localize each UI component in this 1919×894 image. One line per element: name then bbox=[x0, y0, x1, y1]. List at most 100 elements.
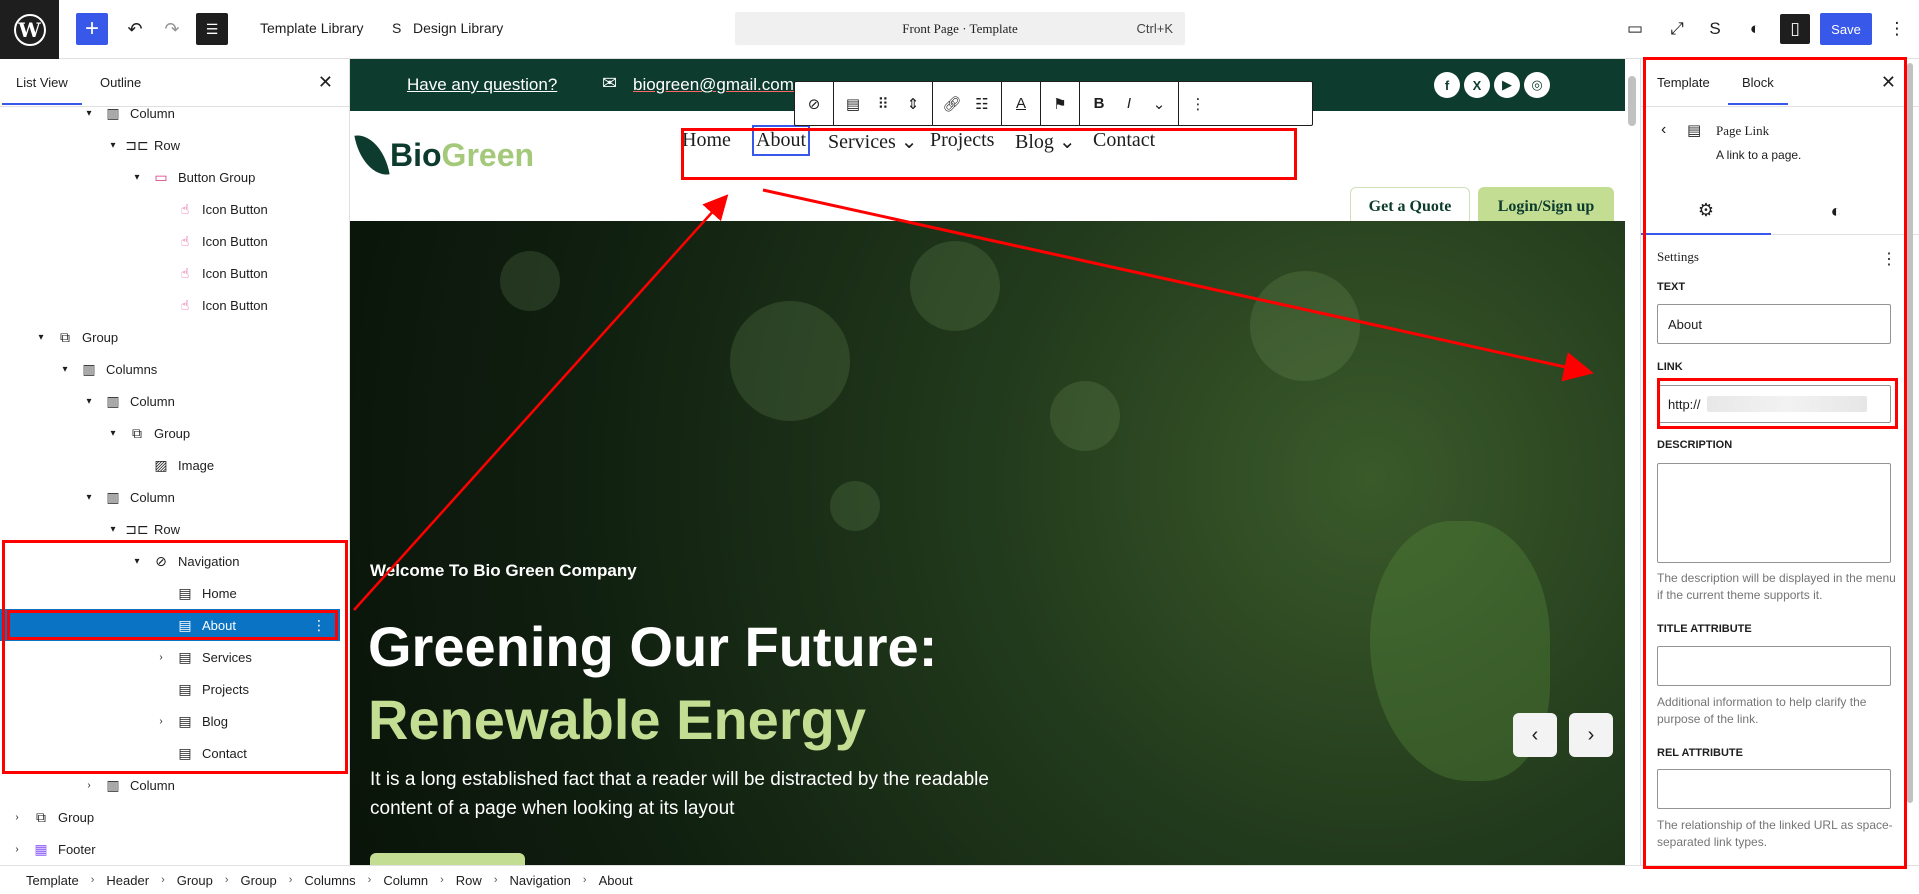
back-chevron-icon[interactable]: ‹ bbox=[1661, 121, 1666, 139]
spectra-icon[interactable]: S bbox=[1700, 14, 1730, 44]
instagram-icon[interactable]: ◎ bbox=[1524, 72, 1550, 98]
command-palette-button[interactable]: Front Page · Template Ctrl+K bbox=[735, 12, 1185, 45]
expand-chevron-icon[interactable]: › bbox=[10, 844, 24, 855]
slider-next-button[interactable]: › bbox=[1569, 713, 1613, 757]
list-view-row[interactable]: ☝ Icon Button bbox=[0, 289, 340, 321]
link-icon[interactable]: 🔗︎ bbox=[937, 82, 967, 125]
breadcrumb-item[interactable]: Header bbox=[106, 873, 149, 888]
redo-icon[interactable]: ↷ bbox=[157, 12, 187, 46]
canvas-scrollbar[interactable] bbox=[1628, 76, 1636, 862]
inspector-scrollbar[interactable] bbox=[1907, 63, 1913, 863]
expand-chevron-icon[interactable]: ▾ bbox=[34, 332, 48, 343]
close-icon[interactable]: ✕ bbox=[1881, 72, 1896, 93]
list-view-row[interactable]: › ▦ Footer bbox=[0, 833, 340, 865]
breadcrumb-item[interactable]: About bbox=[599, 873, 633, 888]
nav-item-contact[interactable]: Contact bbox=[1093, 129, 1155, 152]
expand-chevron-icon[interactable]: ▾ bbox=[130, 172, 144, 183]
link-input[interactable]: http:// bbox=[1657, 385, 1891, 423]
expand-chevron-icon[interactable]: ▾ bbox=[130, 556, 144, 567]
styles-contrast-icon[interactable]: ◐ bbox=[1771, 187, 1901, 235]
close-icon[interactable]: ✕ bbox=[318, 72, 333, 93]
undo-icon[interactable]: ↶ bbox=[120, 12, 150, 46]
breadcrumb-item[interactable]: Template bbox=[26, 873, 79, 888]
page-link-icon[interactable]: ▤ bbox=[838, 82, 868, 125]
nav-item-services[interactable]: Services ⌄ bbox=[828, 129, 918, 154]
text-color-icon[interactable]: A bbox=[1006, 82, 1036, 125]
drag-handle-icon[interactable]: ⠿ bbox=[868, 82, 898, 125]
document-overview-button[interactable]: ☰ bbox=[196, 13, 228, 45]
expand-chevron-icon[interactable]: › bbox=[154, 652, 168, 663]
site-logo[interactable]: Bio Green bbox=[354, 130, 534, 180]
breadcrumb-item[interactable]: Columns bbox=[304, 873, 355, 888]
list-view-row[interactable]: ☝ Icon Button bbox=[0, 225, 340, 257]
list-view-row[interactable]: ▨ Image bbox=[0, 449, 340, 481]
list-view-row[interactable]: ▾ ▭ Button Group bbox=[0, 161, 340, 193]
youtube-icon[interactable]: ▶ bbox=[1494, 72, 1520, 98]
list-view-row[interactable]: ▾ ⧉ Group bbox=[0, 321, 340, 353]
nav-item-blog[interactable]: Blog ⌄ bbox=[1015, 129, 1076, 154]
list-view-row[interactable]: › ⧉ Group bbox=[0, 801, 340, 833]
settings-panel-toggle-icon[interactable]: ▯ bbox=[1780, 14, 1810, 44]
list-view-row[interactable]: ▾ ⊐⊏ Row bbox=[0, 513, 340, 545]
more-formats-icon[interactable]: ⌄ bbox=[1144, 82, 1174, 125]
desktop-preview-icon[interactable]: ▭ bbox=[1620, 14, 1650, 44]
description-textarea[interactable] bbox=[1657, 463, 1891, 563]
italic-icon[interactable]: I bbox=[1114, 82, 1144, 125]
tab-list-view[interactable]: List View bbox=[2, 75, 82, 105]
list-view-row[interactable]: ▤ Projects bbox=[0, 673, 340, 705]
editor-canvas[interactable]: Have any question? ✉ biogreen@gmail.com … bbox=[350, 59, 1625, 865]
expand-chevron-icon[interactable]: › bbox=[154, 716, 168, 727]
styles-icon[interactable]: ◐ bbox=[1740, 14, 1770, 44]
bold-icon[interactable]: B bbox=[1084, 82, 1114, 125]
rel-attribute-input[interactable] bbox=[1657, 769, 1891, 809]
template-library-link[interactable]: Template Library bbox=[260, 20, 364, 36]
navigation-block-icon[interactable]: ⊘ bbox=[799, 82, 829, 125]
breadcrumb-item[interactable]: Group bbox=[177, 873, 213, 888]
question-link[interactable]: Have any question? bbox=[407, 75, 557, 95]
options-menu-icon[interactable]: ⋮ bbox=[1882, 14, 1912, 44]
expand-chevron-icon[interactable]: ▾ bbox=[82, 492, 96, 503]
fullscreen-icon[interactable]: ⤢ bbox=[1662, 14, 1692, 44]
settings-gear-icon[interactable]: ⚙ bbox=[1641, 187, 1771, 235]
nav-item-projects[interactable]: Projects bbox=[930, 129, 994, 152]
tab-outline[interactable]: Outline bbox=[100, 75, 141, 90]
list-view-row[interactable]: ▤ About ⋮ bbox=[0, 609, 340, 641]
block-options-icon[interactable]: ⋮ bbox=[1183, 82, 1213, 125]
save-button[interactable]: Save bbox=[1820, 13, 1872, 45]
slider-prev-button[interactable]: ‹ bbox=[1513, 713, 1557, 757]
flag-icon[interactable]: ⚑ bbox=[1045, 82, 1075, 125]
x-icon[interactable]: X bbox=[1464, 72, 1490, 98]
add-submenu-icon[interactable]: ☷ bbox=[967, 82, 997, 125]
facebook-icon[interactable]: f bbox=[1434, 72, 1460, 98]
expand-chevron-icon[interactable]: ▾ bbox=[106, 524, 120, 535]
list-view-row[interactable]: › ▤ Services bbox=[0, 641, 340, 673]
list-view-row[interactable]: › ▤ Blog bbox=[0, 705, 340, 737]
list-view-row[interactable]: › ▥ Column bbox=[0, 769, 340, 801]
design-library-link[interactable]: Design Library bbox=[413, 20, 503, 36]
list-view-row[interactable]: ▾ ▥ Column bbox=[0, 97, 340, 129]
email-link[interactable]: biogreen@gmail.com bbox=[633, 75, 794, 95]
list-view-row[interactable]: ▤ Contact bbox=[0, 737, 340, 769]
list-view-row[interactable]: ▾ ⧉ Group bbox=[0, 417, 340, 449]
text-input[interactable]: About bbox=[1657, 304, 1891, 344]
expand-chevron-icon[interactable]: ▾ bbox=[82, 108, 96, 119]
row-options-icon[interactable]: ⋮ bbox=[312, 617, 326, 634]
hero-cta-button[interactable] bbox=[370, 853, 525, 865]
list-view-row[interactable]: ▤ Home bbox=[0, 577, 340, 609]
breadcrumb-item[interactable]: Group bbox=[241, 873, 277, 888]
settings-options-icon[interactable]: ⋮ bbox=[1881, 249, 1897, 269]
breadcrumb-item[interactable]: Navigation bbox=[509, 873, 570, 888]
expand-chevron-icon[interactable]: › bbox=[10, 812, 24, 823]
add-block-button[interactable]: + bbox=[76, 13, 108, 45]
title-attribute-input[interactable] bbox=[1657, 646, 1891, 686]
expand-chevron-icon[interactable]: ▾ bbox=[58, 364, 72, 375]
expand-chevron-icon[interactable]: › bbox=[82, 780, 96, 791]
move-up-down-icon[interactable]: ⇕ bbox=[898, 82, 928, 125]
expand-chevron-icon[interactable]: ▾ bbox=[106, 140, 120, 151]
expand-chevron-icon[interactable]: ▾ bbox=[82, 396, 96, 407]
list-view-row[interactable]: ▾ ▥ Column bbox=[0, 481, 340, 513]
nav-item-about[interactable]: About bbox=[752, 125, 810, 156]
list-view-row[interactable]: ☝ Icon Button bbox=[0, 257, 340, 289]
tab-template[interactable]: Template bbox=[1657, 75, 1710, 90]
list-view-row[interactable]: ▾ ⊘ Navigation bbox=[0, 545, 340, 577]
